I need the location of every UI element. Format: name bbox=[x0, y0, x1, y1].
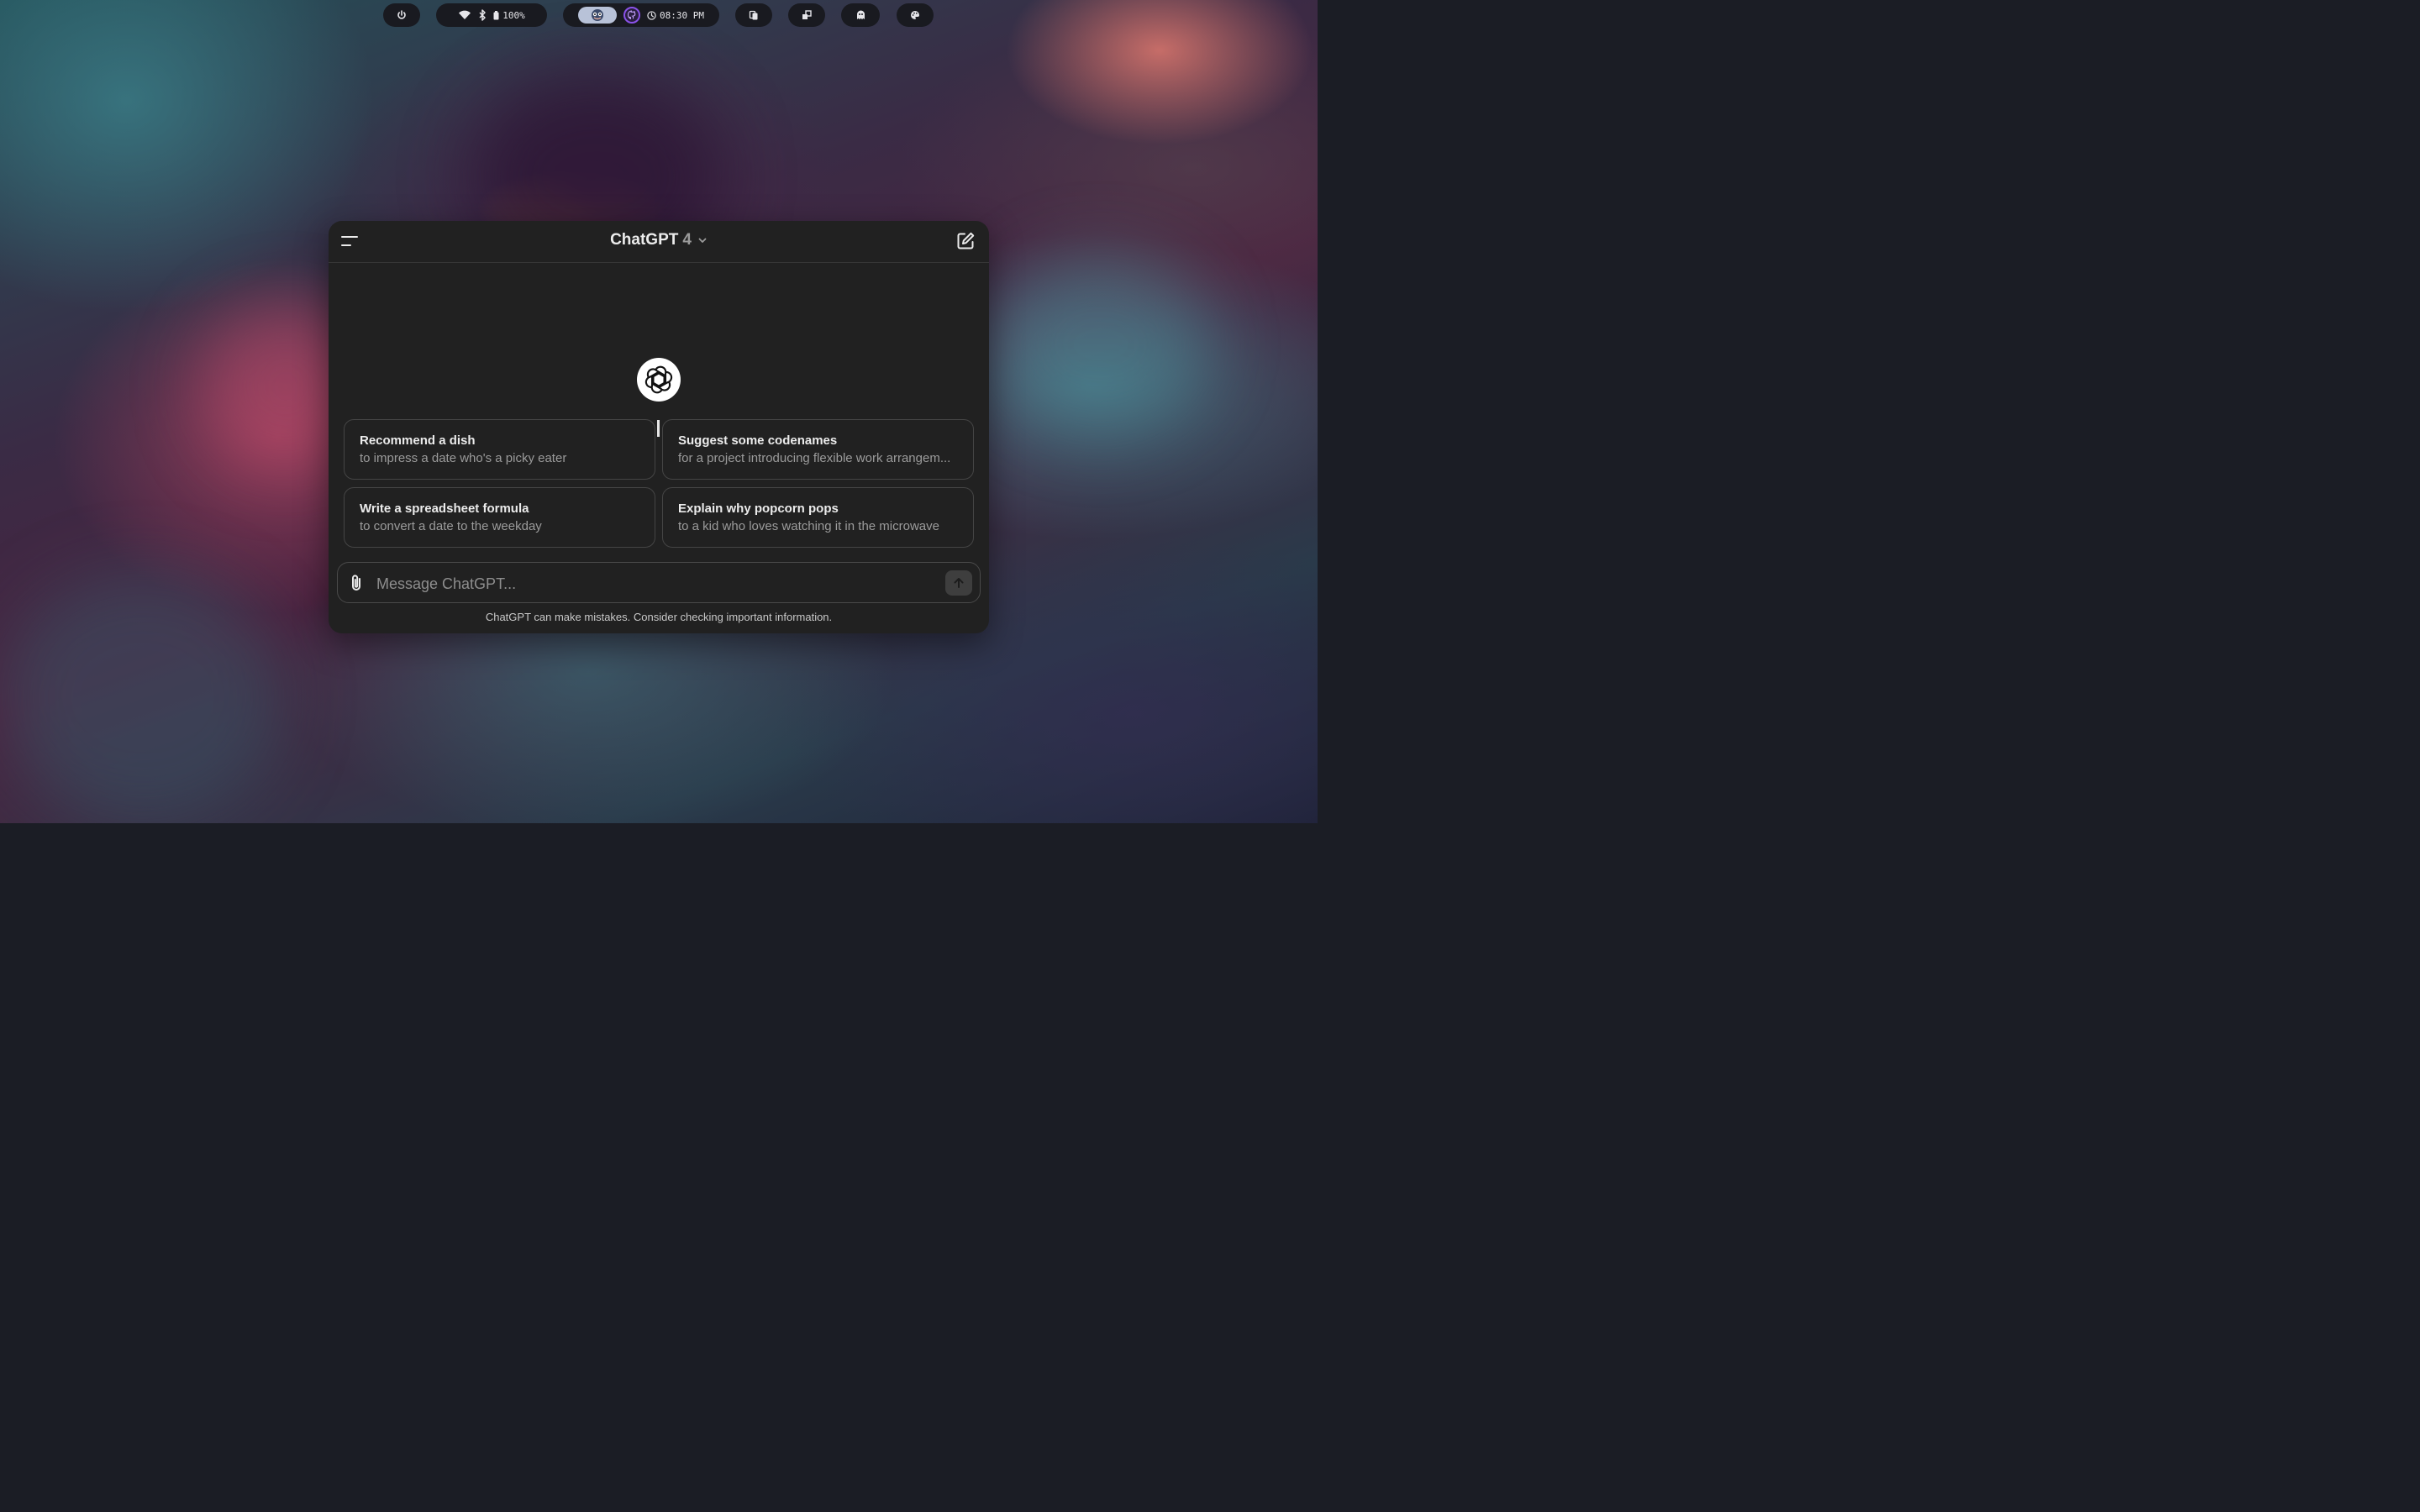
menu-icon bbox=[341, 236, 358, 246]
system-status-pill[interactable]: 100% bbox=[436, 3, 547, 27]
bluetooth-icon bbox=[479, 9, 486, 21]
message-input[interactable] bbox=[375, 570, 933, 597]
attach-button[interactable] bbox=[348, 573, 366, 593]
model-name: ChatGPT bbox=[610, 231, 679, 249]
suggestion-subtitle: for a project introducing flexible work … bbox=[678, 451, 951, 465]
clipboard-icon bbox=[749, 10, 758, 20]
suggestion-card[interactable]: Write a spreadsheet formula to convert a… bbox=[344, 487, 655, 548]
suggestion-title: Explain why popcorn pops bbox=[678, 501, 839, 516]
new-chat-button[interactable] bbox=[955, 231, 977, 253]
github-icon[interactable] bbox=[623, 7, 640, 24]
workspace-icon bbox=[802, 10, 812, 19]
clock-time: 08:30 PM bbox=[660, 9, 704, 21]
suggestion-card[interactable]: Recommend a dish to impress a date who's… bbox=[344, 419, 655, 480]
clipboard-button[interactable] bbox=[735, 3, 772, 27]
palette-icon bbox=[911, 11, 919, 19]
avatar-icon[interactable] bbox=[578, 7, 617, 24]
suggestion-card[interactable]: Suggest some codenames for a project int… bbox=[662, 419, 974, 480]
power-icon bbox=[397, 10, 406, 19]
message-composer bbox=[337, 562, 981, 603]
power-button[interactable] bbox=[383, 3, 420, 27]
clock-icon bbox=[647, 10, 656, 20]
openai-icon bbox=[644, 365, 673, 394]
suggestion-subtitle: to convert a date to the weekday bbox=[360, 519, 542, 533]
battery-icon bbox=[493, 10, 499, 19]
model-selector[interactable]: ChatGPT 4 bbox=[600, 231, 718, 249]
suggestion-grid: Recommend a dish to impress a date who's… bbox=[344, 419, 974, 548]
clock-pill[interactable]: 08:30 PM bbox=[563, 3, 719, 27]
suggestion-subtitle: to impress a date who's a picky eater bbox=[360, 451, 567, 465]
window-header: ChatGPT 4 bbox=[329, 221, 989, 263]
chevron-down-icon bbox=[698, 238, 707, 243]
paperclip-icon bbox=[352, 575, 360, 591]
ghost-button[interactable] bbox=[841, 3, 880, 27]
openai-logo bbox=[637, 358, 681, 402]
palette-button[interactable] bbox=[897, 3, 934, 27]
suggestion-title: Suggest some codenames bbox=[678, 433, 838, 448]
battery-percent: 100% bbox=[502, 9, 525, 21]
status-bar: 100% 08:30 PM bbox=[0, 3, 1318, 27]
model-version: 4 bbox=[682, 231, 692, 249]
send-button[interactable] bbox=[945, 570, 972, 596]
chatgpt-window: ChatGPT 4 Recommend a dish to impress a … bbox=[329, 221, 989, 633]
suggestion-card[interactable]: Explain why popcorn pops to a kid who lo… bbox=[662, 487, 974, 548]
workspace-button[interactable] bbox=[788, 3, 825, 27]
arrow-up-icon bbox=[954, 578, 964, 588]
compose-icon bbox=[957, 232, 975, 249]
wifi-icon bbox=[459, 10, 471, 19]
ghost-icon bbox=[856, 10, 865, 19]
disclaimer-text: ChatGPT can make mistakes. Consider chec… bbox=[485, 611, 833, 623]
suggestion-title: Recommend a dish bbox=[360, 433, 476, 448]
suggestion-subtitle: to a kid who loves watching it in the mi… bbox=[678, 519, 939, 533]
sidebar-toggle-button[interactable] bbox=[340, 232, 362, 250]
suggestion-title: Write a spreadsheet formula bbox=[360, 501, 529, 516]
